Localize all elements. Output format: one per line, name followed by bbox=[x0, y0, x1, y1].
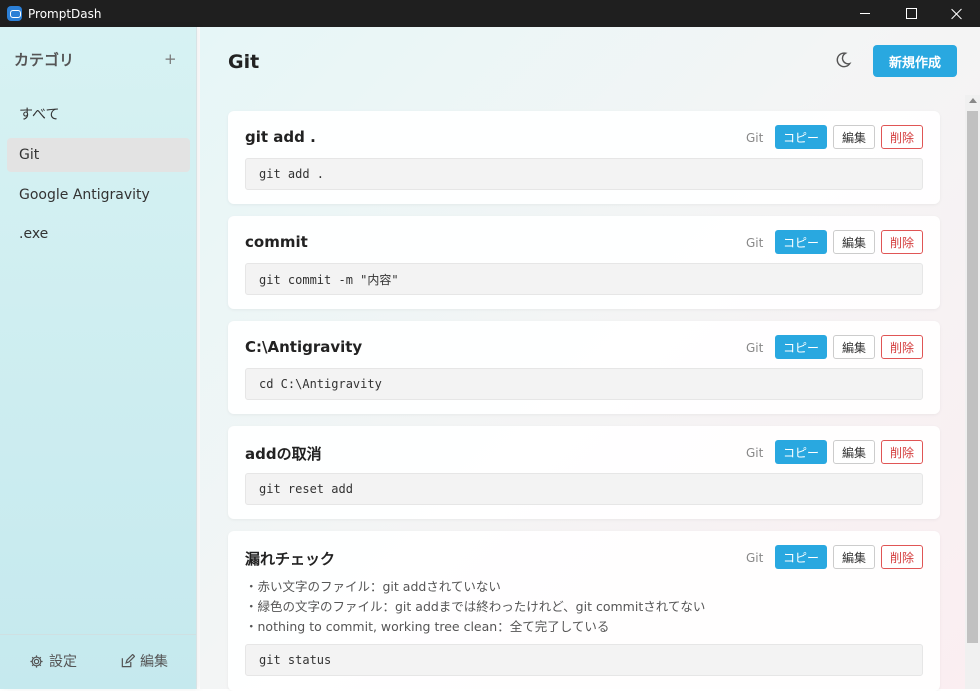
description-line: ・緑色の文字のファイル：git addまでは終わったけれど、git commit… bbox=[245, 599, 706, 614]
code-block[interactable]: git add . bbox=[245, 158, 923, 190]
edit-button[interactable]: 編集 bbox=[833, 125, 875, 149]
code-block[interactable]: git status bbox=[245, 644, 923, 676]
sidebar: カテゴリ + すべて Git Google Antigravity .exe 設… bbox=[0, 27, 197, 689]
minimize-button[interactable] bbox=[842, 0, 888, 27]
sidebar-item-git[interactable]: Git bbox=[7, 138, 190, 172]
edit-button[interactable]: 編集 bbox=[833, 335, 875, 359]
sidebar-item-label: .exe bbox=[19, 226, 49, 242]
copy-button[interactable]: コピー bbox=[775, 125, 827, 149]
sidebar-item-label: すべて bbox=[19, 107, 60, 123]
edit-categories-button[interactable]: 編集 bbox=[120, 651, 168, 671]
description-line: ・赤い文字のファイル：git addされていない bbox=[245, 579, 501, 594]
scroll-up-icon[interactable] bbox=[969, 98, 977, 103]
prompt-card: addの取消 Git コピー 編集 削除 git reset add bbox=[228, 426, 940, 519]
card-title: 漏れチェック bbox=[245, 550, 336, 568]
sidebar-footer: 設定 編集 bbox=[0, 634, 196, 689]
maximize-icon bbox=[905, 8, 917, 19]
delete-button[interactable]: 削除 bbox=[881, 125, 923, 149]
new-prompt-button[interactable]: 新規作成 bbox=[873, 45, 957, 77]
card-title: commit bbox=[245, 233, 308, 251]
delete-button[interactable]: 削除 bbox=[881, 545, 923, 569]
main-content: Git 新規作成 git add . Git コピー 編集 削除 git add… bbox=[200, 27, 980, 691]
card-category: Git bbox=[746, 446, 764, 460]
copy-button[interactable]: コピー bbox=[775, 230, 827, 254]
maximize-button[interactable] bbox=[888, 0, 934, 27]
app-title: PromptDash bbox=[28, 6, 102, 21]
card-title: C:\Antigravity bbox=[245, 338, 363, 356]
delete-button[interactable]: 削除 bbox=[881, 335, 923, 359]
minimize-icon bbox=[860, 13, 870, 14]
theme-toggle-button[interactable] bbox=[834, 51, 852, 73]
sidebar-item-all[interactable]: すべて bbox=[7, 97, 190, 131]
prompt-card: commit Git コピー 編集 削除 git commit -m "内容" bbox=[228, 216, 940, 309]
edit-button[interactable]: 編集 bbox=[833, 545, 875, 569]
page-title: Git bbox=[228, 51, 260, 73]
code-block[interactable]: cd C:\Antigravity bbox=[245, 368, 923, 400]
title-bar: PromptDash bbox=[0, 0, 980, 27]
delete-button[interactable]: 削除 bbox=[881, 230, 923, 254]
delete-button[interactable]: 削除 bbox=[881, 440, 923, 464]
copy-button[interactable]: コピー bbox=[775, 545, 827, 569]
description-line: ・nothing to commit, working tree clean：全… bbox=[245, 619, 610, 634]
scrollbar-thumb[interactable] bbox=[967, 111, 978, 643]
card-category: Git bbox=[746, 131, 764, 145]
card-category: Git bbox=[746, 341, 764, 355]
sidebar-item-google-antigravity[interactable]: Google Antigravity bbox=[7, 178, 190, 212]
app-logo-icon bbox=[7, 6, 22, 21]
edit-button[interactable]: 編集 bbox=[833, 440, 875, 464]
sidebar-item-label: Google Antigravity bbox=[19, 187, 150, 203]
close-icon bbox=[951, 8, 963, 20]
edit-label: 編集 bbox=[140, 654, 168, 670]
gear-icon bbox=[30, 654, 43, 668]
close-button[interactable] bbox=[934, 0, 980, 27]
card-title: addの取消 bbox=[245, 445, 322, 463]
card-category: Git bbox=[746, 236, 764, 250]
prompt-card: C:\Antigravity Git コピー 編集 削除 cd C:\Antig… bbox=[228, 321, 940, 414]
sidebar-item-exe[interactable]: .exe bbox=[7, 217, 190, 251]
add-category-button[interactable]: + bbox=[164, 50, 177, 68]
prompt-card: git add . Git コピー 編集 削除 git add . bbox=[228, 111, 940, 204]
card-description: ・赤い文字のファイル：git addされていない ・緑色の文字のファイル：git… bbox=[245, 577, 705, 637]
code-block[interactable]: git reset add bbox=[245, 473, 923, 505]
window-controls bbox=[842, 0, 980, 27]
copy-button[interactable]: コピー bbox=[775, 335, 827, 359]
prompt-card: 漏れチェック Git コピー 編集 削除 ・赤い文字のファイル：git addさ… bbox=[228, 531, 940, 691]
edit-button[interactable]: 編集 bbox=[833, 230, 875, 254]
sidebar-item-label: Git bbox=[19, 147, 40, 163]
scrollbar[interactable] bbox=[965, 95, 980, 689]
edit-icon bbox=[121, 653, 135, 667]
card-title: git add . bbox=[245, 128, 316, 146]
copy-button[interactable]: コピー bbox=[775, 440, 827, 464]
card-category: Git bbox=[746, 551, 764, 565]
code-block[interactable]: git commit -m "内容" bbox=[245, 263, 923, 295]
moon-icon bbox=[836, 52, 852, 68]
sidebar-header: カテゴリ bbox=[14, 51, 75, 69]
settings-button[interactable]: 設定 bbox=[29, 651, 77, 671]
settings-label: 設定 bbox=[49, 654, 77, 670]
